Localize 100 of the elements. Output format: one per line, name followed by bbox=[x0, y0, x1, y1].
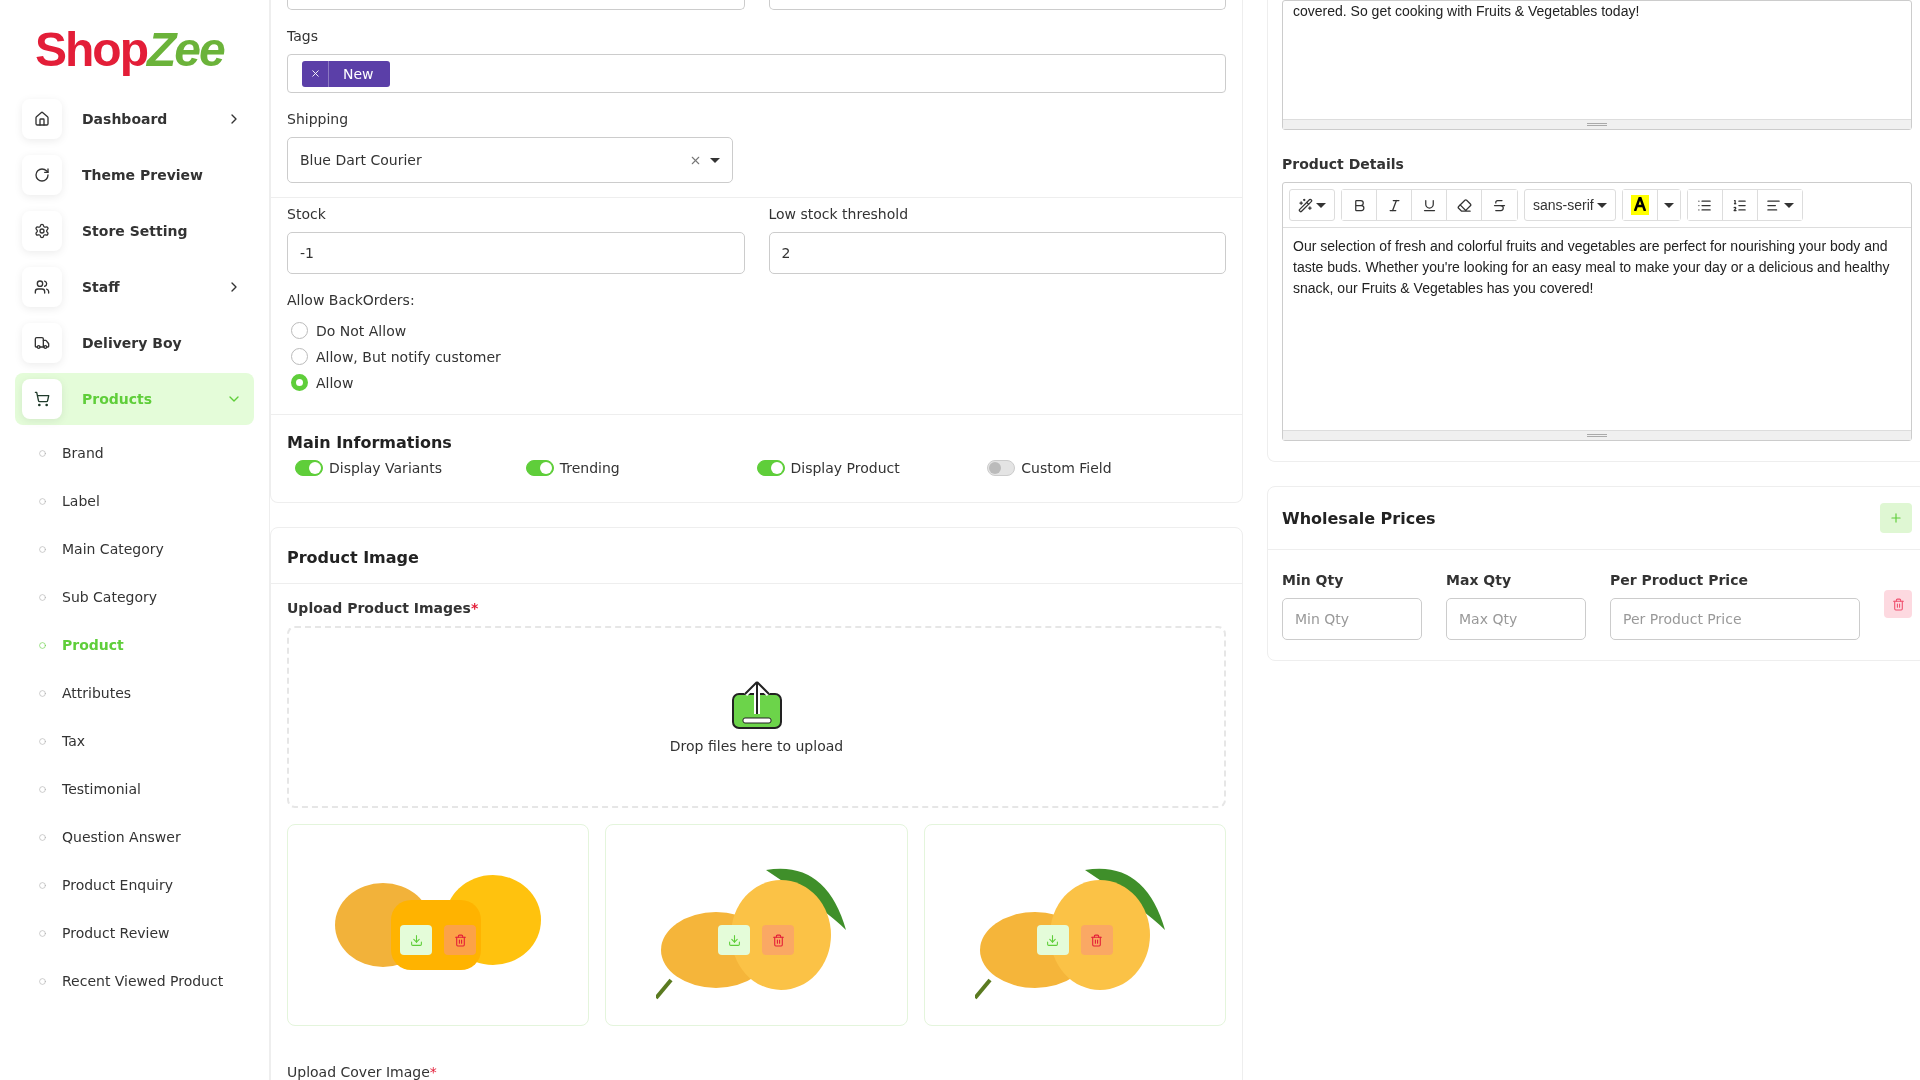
sidebar-item[interactable]: Delivery Boy bbox=[15, 317, 254, 369]
truck-icon bbox=[22, 323, 62, 363]
font-dropdown[interactable]: sans-serif bbox=[1524, 189, 1616, 221]
section-title: Main Informations bbox=[287, 433, 453, 452]
radio-button[interactable] bbox=[291, 374, 308, 391]
sidebar-item[interactable]: Dashboard bbox=[15, 93, 254, 145]
field-label: Stock bbox=[287, 206, 327, 222]
download-button[interactable] bbox=[718, 925, 751, 955]
field-label: Min Qty bbox=[1282, 572, 1345, 588]
dot-icon bbox=[39, 785, 46, 793]
dot-icon bbox=[39, 497, 46, 505]
threshold-input[interactable]: 2 bbox=[768, 232, 1226, 274]
toggle-label: Custom Field bbox=[1021, 460, 1112, 476]
caret-icon bbox=[1596, 202, 1607, 208]
sidebar-subitem[interactable]: Testimonial bbox=[15, 765, 254, 813]
input-field[interactable] bbox=[287, 0, 745, 10]
upload-icon bbox=[730, 680, 783, 730]
tag-chip[interactable]: New bbox=[302, 60, 390, 87]
price-input[interactable]: Per Product Price bbox=[1610, 598, 1860, 640]
dot-icon bbox=[39, 929, 46, 937]
underline-icon bbox=[1421, 197, 1437, 213]
dot-icon bbox=[39, 881, 46, 889]
resize-handle[interactable] bbox=[1587, 434, 1607, 437]
add-button[interactable] bbox=[1880, 503, 1912, 533]
dot-icon bbox=[39, 689, 46, 697]
cart-icon bbox=[22, 379, 62, 419]
bold-button[interactable] bbox=[1342, 190, 1377, 220]
toggle-switch[interactable] bbox=[987, 460, 1016, 476]
magic-wand-icon bbox=[1298, 197, 1313, 213]
radio-button[interactable] bbox=[291, 348, 308, 365]
toggle-label: Display Product bbox=[790, 460, 900, 476]
trash-icon bbox=[1891, 597, 1905, 611]
sidebar-subitem[interactable]: Attributes bbox=[15, 669, 254, 717]
dot-icon bbox=[39, 449, 46, 457]
editor-text[interactable]: Our selection of fresh and colorful fruits and vegetables are perfect for nourishing your body and taste buds. Whether you're looking for an easy meal to make your day or a delicious and healthy snack, our Fruits & Vegetables has you covered! bbox=[1283, 228, 1911, 430]
sidebar-item[interactable]: Store Setting bbox=[15, 205, 254, 257]
dot-icon bbox=[39, 833, 46, 841]
sidebar-subitem[interactable]: Product Enquiry bbox=[15, 861, 254, 909]
price-input[interactable]: Max Qty bbox=[1446, 598, 1586, 640]
remove-icon[interactable] bbox=[309, 68, 321, 79]
sidebar-item[interactable]: Staff bbox=[15, 261, 254, 313]
tags-field[interactable]: New bbox=[287, 54, 1226, 93]
toggle-switch[interactable] bbox=[295, 460, 323, 476]
italic-icon bbox=[1386, 197, 1402, 213]
stock-input[interactable]: -1 bbox=[287, 232, 745, 274]
delete-button[interactable] bbox=[762, 925, 795, 955]
dot-icon bbox=[39, 593, 46, 601]
delete-button[interactable] bbox=[1884, 590, 1912, 618]
highlight-button[interactable] bbox=[1622, 190, 1658, 220]
shopzee-logo[interactable]: ShopZee bbox=[15, 22, 254, 77]
strikethrough-icon bbox=[1492, 197, 1507, 213]
dot-icon bbox=[39, 641, 46, 649]
field-label: Per Product Price bbox=[1610, 572, 1749, 588]
trash-icon bbox=[1090, 933, 1104, 947]
numbered-list-icon bbox=[1732, 197, 1748, 213]
align-icon bbox=[1765, 197, 1781, 213]
input-field[interactable] bbox=[768, 0, 1226, 10]
radio-label: Allow bbox=[316, 374, 354, 391]
dot-icon bbox=[39, 737, 46, 745]
users-icon bbox=[22, 267, 62, 307]
sidebar-subitem[interactable]: Tax bbox=[15, 717, 254, 765]
sidebar-subitem[interactable]: Product Review bbox=[15, 909, 254, 957]
radio-label: Do Not Allow bbox=[316, 322, 407, 339]
bullet-list-button[interactable] bbox=[1687, 190, 1723, 220]
delete-button[interactable] bbox=[444, 925, 477, 955]
toggle-label: Display Variants bbox=[329, 460, 442, 476]
bullet-list-icon bbox=[1697, 197, 1713, 213]
sidebar-subitem[interactable]: Brand bbox=[15, 429, 254, 477]
download-icon bbox=[409, 933, 423, 947]
field-label: Upload Cover Image* bbox=[287, 1064, 438, 1080]
dot-icon bbox=[39, 545, 46, 553]
download-button[interactable] bbox=[1036, 925, 1069, 955]
delete-button[interactable] bbox=[1080, 925, 1113, 955]
drop-hint: Drop files here to upload bbox=[669, 738, 844, 754]
plus-icon bbox=[1889, 511, 1903, 525]
radio-button[interactable] bbox=[291, 322, 308, 339]
sidebar-subitem[interactable]: Main Category bbox=[15, 525, 254, 573]
sidebar-subitem[interactable]: Question Answer bbox=[15, 813, 254, 861]
description-editor[interactable]: covered. So get cooking with Fruits & Vegetables today! bbox=[1282, 0, 1912, 130]
settings-icon bbox=[22, 211, 62, 251]
resize-handle[interactable] bbox=[1587, 123, 1607, 126]
caret-icon bbox=[710, 157, 720, 163]
download-icon bbox=[1046, 933, 1060, 947]
field-label: Allow BackOrders: bbox=[287, 292, 416, 308]
download-button[interactable] bbox=[400, 925, 433, 955]
toggle-switch[interactable] bbox=[525, 460, 554, 476]
toggle-switch[interactable] bbox=[756, 460, 785, 476]
field-label: Upload Product Images* bbox=[287, 600, 480, 616]
style-button[interactable] bbox=[1289, 189, 1335, 221]
sidebar-subitem[interactable]: Label bbox=[15, 477, 254, 525]
sidebar-subitem[interactable]: Sub Category bbox=[15, 573, 254, 621]
shipping-select[interactable]: Blue Dart Courier bbox=[287, 137, 733, 183]
trash-icon bbox=[453, 933, 467, 947]
price-input[interactable]: Min Qty bbox=[1282, 598, 1422, 640]
drop-zone[interactable]: Drop files here to upload bbox=[287, 626, 1226, 808]
home-icon bbox=[22, 99, 62, 139]
field-label: Product Details bbox=[1282, 156, 1405, 172]
sidebar-item[interactable]: Theme Preview bbox=[15, 149, 254, 201]
sidebar-subitem[interactable]: Recent Viewed Product bbox=[15, 957, 254, 1005]
dot-icon bbox=[39, 977, 46, 985]
